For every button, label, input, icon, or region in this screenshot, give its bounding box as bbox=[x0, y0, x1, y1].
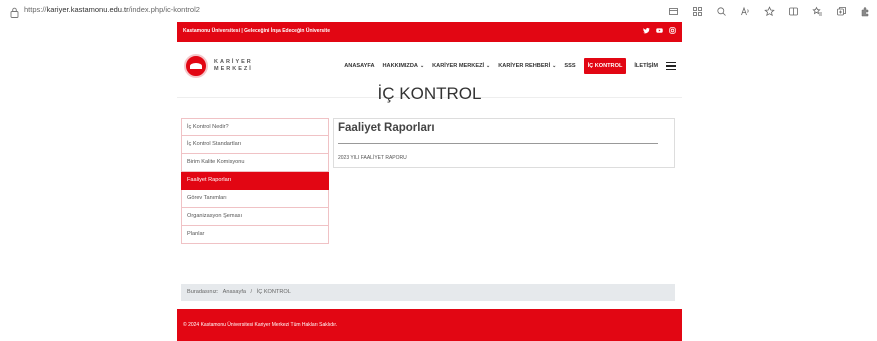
sidebar-item-internal-control-standards[interactable]: İç Kontrol Standartları bbox=[181, 136, 329, 154]
logo-line-2: MERKEZİ bbox=[214, 66, 253, 72]
divider bbox=[338, 143, 658, 144]
content-panel: Faaliyet Raporları 2023 YILI FAALİYET RA… bbox=[333, 118, 675, 168]
favorites-icon[interactable] bbox=[812, 6, 823, 17]
menu-item-internal-control[interactable]: İÇ KONTROL bbox=[583, 58, 627, 74]
breadcrumb: Buradasınız: Anasayfa / İÇ KONTROL bbox=[181, 284, 675, 301]
content-heading: Faaliyet Raporları bbox=[338, 122, 435, 134]
chevron-down-icon: ⌄ bbox=[419, 63, 425, 69]
sidebar-item-unit-quality-commission[interactable]: Birim Kalite Komisyonu bbox=[181, 154, 329, 172]
hamburger-menu-icon[interactable] bbox=[666, 62, 676, 70]
social-links bbox=[643, 27, 676, 34]
copyright-text: © 2024 Kastamonu Üniversitesi Kariyer Me… bbox=[183, 322, 338, 328]
split-screen-icon[interactable] bbox=[788, 6, 799, 17]
sidebar-item-activity-reports[interactable]: Faaliyet Raporları bbox=[181, 172, 329, 190]
chevron-down-icon: ⌄ bbox=[552, 63, 557, 69]
zoom-icon[interactable] bbox=[716, 6, 727, 17]
report-link[interactable]: 2023 YILI FAALİYET RAPORU bbox=[338, 155, 407, 161]
menu-item-faq[interactable]: SSS bbox=[564, 63, 575, 69]
url-host: kariyer.kastamonu.edu.tr bbox=[46, 5, 129, 14]
youtube-icon[interactable] bbox=[656, 27, 663, 34]
breadcrumb-current: İÇ KONTROL bbox=[256, 289, 291, 295]
site-logo[interactable]: KARİYER MERKEZİ bbox=[184, 54, 264, 78]
instagram-icon[interactable] bbox=[669, 27, 676, 34]
university-seal-icon bbox=[184, 54, 208, 78]
breadcrumb-home[interactable]: Anasayfa bbox=[223, 289, 246, 295]
menu-item-career-guide[interactable]: KARİYER REHBERİ ⌄ bbox=[498, 63, 556, 69]
sidebar-menu: İç Kontrol Nedir? İç Kontrol Standartlar… bbox=[181, 118, 329, 244]
sidebar-item-job-descriptions[interactable]: Görev Tanımları bbox=[181, 190, 329, 208]
sidebar-item-organization-chart[interactable]: Organizasyon Şeması bbox=[181, 208, 329, 226]
menu-item-career-center[interactable]: KARİYER MERKEZİ ⌄ bbox=[432, 63, 490, 69]
menu-item-home[interactable]: ANASAYFA bbox=[344, 63, 374, 69]
main-menu: ANASAYFA HAKKIMIZDA ⌄ KARİYER MERKEZİ ⌄ KA… bbox=[344, 58, 676, 74]
url-path: /index.php/ic-kontrol2 bbox=[128, 5, 200, 14]
read-aloud-icon[interactable] bbox=[740, 6, 751, 17]
menu-item-about[interactable]: HAKKIMIZDA ⌄ bbox=[383, 63, 425, 69]
extensions-icon[interactable] bbox=[860, 6, 871, 17]
breadcrumb-separator: / bbox=[250, 289, 253, 295]
chevron-down-icon: ⌄ bbox=[486, 63, 491, 69]
twitter-icon[interactable] bbox=[643, 27, 650, 34]
tagline: Kastamonu Üniversitesi | Geleceğini İnşa… bbox=[183, 28, 331, 34]
breadcrumb-prefix: Buradasınız: bbox=[187, 289, 219, 295]
sidebar-item-what-is-internal-control[interactable]: İç Kontrol Nedir? bbox=[181, 118, 329, 136]
grid-icon[interactable] bbox=[692, 6, 703, 17]
url-prefix: https:// bbox=[24, 5, 47, 14]
top-bar: Kastamonu Üniversitesi | Geleceğini İnşa… bbox=[177, 22, 682, 42]
website: Kastamonu Üniversitesi | Geleceğini İnşa… bbox=[177, 22, 682, 341]
footer: © 2024 Kastamonu Üniversitesi Kariyer Me… bbox=[177, 309, 682, 341]
address-bar[interactable]: https://kariyer.kastamonu.edu.tr/index.p… bbox=[24, 5, 200, 14]
page-info-icon[interactable] bbox=[10, 5, 19, 18]
logo-line-1: KARİYER bbox=[214, 59, 253, 65]
favorite-star-icon[interactable] bbox=[764, 5, 775, 17]
browser-toolbar: https://kariyer.kastamonu.edu.tr/index.p… bbox=[0, 0, 877, 22]
tab-icon[interactable] bbox=[668, 6, 679, 17]
page-title: İÇ KONTROL bbox=[377, 84, 482, 103]
sidebar-item-plans[interactable]: Planlar bbox=[181, 226, 329, 244]
collections-icon[interactable] bbox=[836, 6, 847, 17]
menu-item-contact[interactable]: İLETİŞİM bbox=[634, 63, 658, 69]
